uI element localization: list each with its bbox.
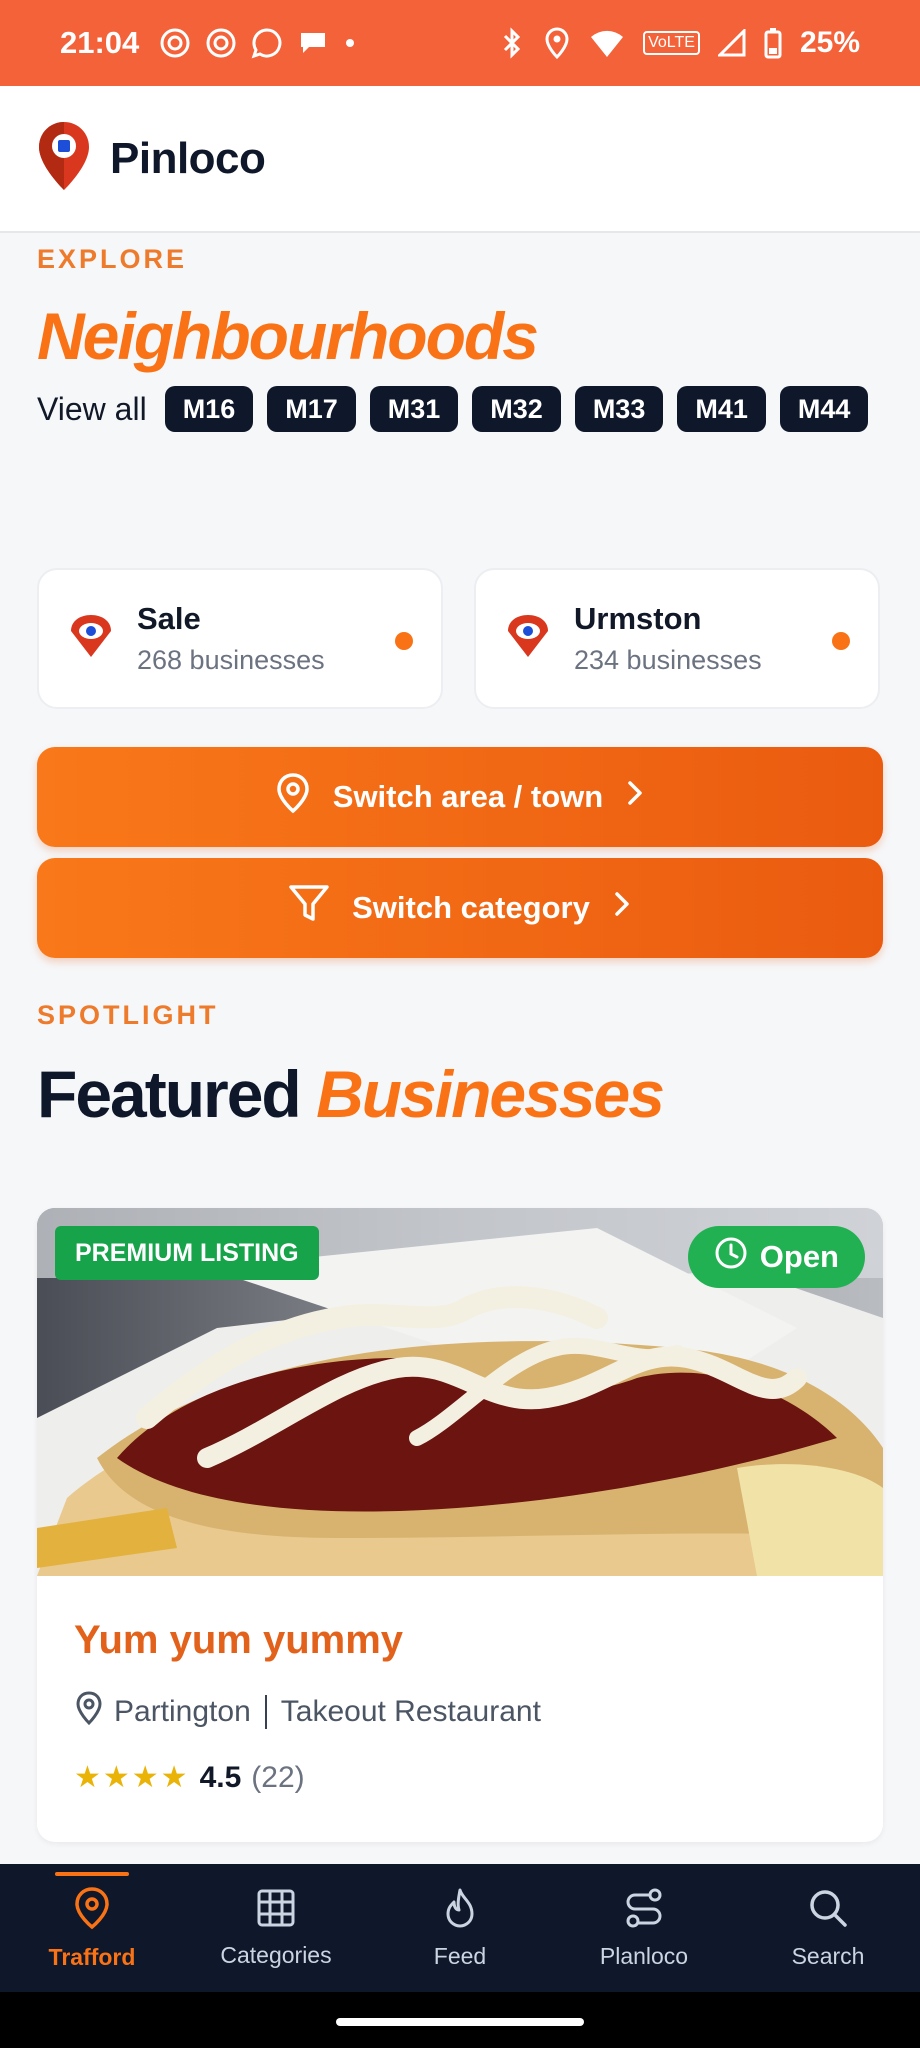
threads-icon [159, 27, 191, 59]
nav-label: Trafford [48, 1943, 136, 1970]
switch-category-label: Switch category [352, 890, 590, 925]
nav-item-feed[interactable]: Feed [368, 1864, 552, 1992]
flame-icon [442, 1887, 478, 1935]
rating-value: 4.5 [199, 1760, 242, 1794]
view-all-link[interactable]: View all [37, 391, 147, 428]
postcode-chip[interactable]: M31 [369, 386, 459, 432]
bottom-nav: Trafford Categories Feed Planloco Search [0, 1864, 920, 1992]
nav-item-planloco[interactable]: Planloco [552, 1864, 736, 1992]
pinloco-logo-icon[interactable] [36, 120, 92, 197]
postcode-chip[interactable]: M32 [472, 386, 561, 432]
postcode-chip[interactable]: M41 [677, 386, 766, 432]
active-tab-indicator [55, 1872, 129, 1876]
open-status-badge: Open [687, 1226, 865, 1288]
nav-label: Feed [433, 1942, 487, 1969]
business-meta: Partington Takeout Restaurant [74, 1690, 541, 1734]
bluetooth-icon [499, 27, 525, 59]
wifi-icon [589, 27, 625, 59]
postcode-chip[interactable]: M16 [164, 386, 254, 432]
nav-item-categories[interactable]: Categories [184, 1864, 368, 1992]
postcode-chip[interactable]: M33 [574, 386, 664, 432]
review-count: (22) [251, 1760, 305, 1794]
grid-icon [256, 1888, 296, 1934]
business-name[interactable]: Yum yum yummy [74, 1618, 403, 1663]
postcode-chip[interactable]: M44 [779, 386, 869, 432]
system-gesture-bar [0, 1992, 920, 2048]
postcode-chips: View all M16 M17 M31 M32 M33 M41 M44 [37, 386, 887, 432]
map-pin-icon [72, 1886, 112, 1936]
business-location: Partington [114, 1695, 251, 1728]
threads-icon [205, 27, 237, 59]
area-pin-icon [504, 613, 552, 664]
business-category: Takeout Restaurant [280, 1695, 541, 1728]
chat-icon [297, 27, 329, 59]
filter-icon [288, 884, 330, 932]
app-header: Pinloco [0, 86, 920, 233]
chevron-right-icon [625, 778, 645, 816]
featured-businesses-title: Featured Businesses [37, 1056, 665, 1132]
switch-area-label: Switch area / town [332, 779, 604, 814]
switch-category-button[interactable]: Switch category [37, 858, 883, 958]
area-status-dot [832, 632, 850, 650]
area-count: 268 businesses [137, 645, 325, 675]
postcode-chip[interactable]: M17 [267, 386, 356, 432]
brand-name[interactable]: Pinloco [110, 134, 266, 184]
route-icon [623, 1887, 665, 1935]
dot-icon [343, 36, 357, 50]
area-pin-icon [67, 613, 115, 664]
rating-stars-icon: ★★★★ [74, 1761, 190, 1794]
spotlight-eyebrow: SPOTLIGHT [37, 1000, 219, 1030]
battery-icon [764, 27, 782, 59]
status-time: 21:04 [60, 25, 140, 60]
featured-business-card[interactable]: PREMIUM LISTING Open Yum yum yummy Parti… [37, 1208, 883, 1842]
neighbourhoods-title: Neighbourhoods [37, 299, 539, 373]
area-count: 234 businesses [574, 645, 762, 675]
area-card-sale[interactable]: Sale 268 businesses [37, 568, 443, 709]
explore-eyebrow: EXPLORE [37, 244, 188, 274]
premium-listing-badge: PREMIUM LISTING [55, 1226, 319, 1280]
business-rating: ★★★★ 4.5 (22) [74, 1760, 305, 1795]
area-name: Urmston [574, 601, 702, 636]
area-card-urmston[interactable]: Urmston 234 businesses [474, 568, 880, 709]
nav-label: Search [791, 1942, 865, 1969]
nav-item-search[interactable]: Search [736, 1864, 920, 1992]
nav-item-trafford[interactable]: Trafford [0, 1864, 184, 1992]
search-icon [807, 1887, 849, 1935]
home-gesture-handle[interactable] [336, 2018, 584, 2026]
businesses-title-part: Businesses [316, 1057, 665, 1131]
featured-title-part: Featured [37, 1057, 302, 1131]
status-bar: 21:04 VoLTE 25% [0, 0, 920, 86]
area-status-dot [395, 632, 413, 650]
battery-percent: 25% [799, 26, 860, 59]
open-status-label: Open [759, 1239, 839, 1274]
whatsapp-icon [251, 27, 283, 59]
area-name: Sale [137, 601, 201, 636]
clock-icon [714, 1236, 748, 1278]
chevron-right-icon [612, 889, 632, 927]
meta-divider [264, 1695, 267, 1729]
volte-indicator: VoLTE [643, 31, 700, 55]
switch-area-button[interactable]: Switch area / town [37, 747, 883, 847]
nav-label: Categories [220, 1941, 332, 1968]
signal-icon [717, 29, 746, 57]
location-icon [543, 27, 571, 59]
nav-label: Planloco [599, 1942, 689, 1969]
location-pin-icon [74, 1690, 104, 1734]
map-pin-icon [275, 772, 311, 822]
